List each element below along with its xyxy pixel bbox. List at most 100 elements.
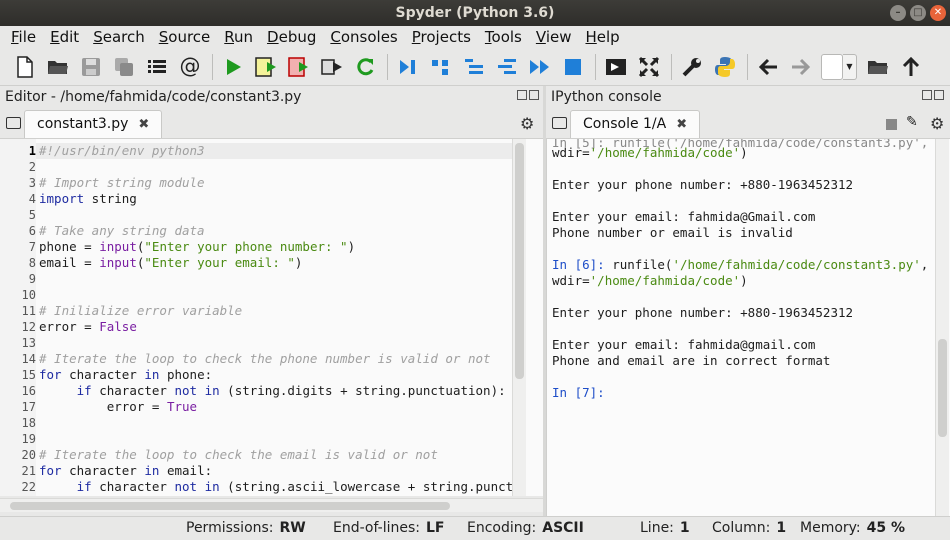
editor-pane-title: Editor - /home/fahmida/code/constant3.py	[5, 89, 302, 105]
encoding-status: Encoding: ASCII	[467, 520, 584, 536]
token: True	[166, 399, 198, 414]
code-text: # Take any string data	[39, 223, 205, 239]
editor-hscroll-thumb[interactable]	[10, 502, 450, 510]
stop-debug-icon[interactable]	[560, 54, 586, 80]
token: if	[76, 479, 92, 494]
maximize-pane-icon[interactable]	[603, 54, 629, 80]
token: if	[76, 383, 92, 398]
console-text: wdir='/home/fahmida/code')	[552, 273, 748, 288]
run-selection-icon[interactable]	[319, 54, 345, 80]
save-all-icon[interactable]	[111, 54, 137, 80]
close-pane-icon[interactable]	[529, 90, 539, 100]
tab-constant3-py[interactable]: constant3.py ✖	[24, 110, 163, 138]
token: wdir=	[552, 273, 590, 288]
maximize-button[interactable]: □	[910, 5, 926, 21]
close-tab-icon[interactable]: ✖	[676, 117, 687, 132]
console-text: Phone and email are in correct format	[552, 353, 830, 368]
token: Enter your email: fahmida@gmail.com	[552, 337, 816, 352]
console-vertical-scrollbar[interactable]	[935, 139, 949, 516]
menu-edit[interactable]: Edit	[43, 26, 86, 48]
step-return-icon[interactable]	[494, 54, 520, 80]
tab-label: constant3.py	[37, 116, 129, 132]
line-number: 3	[28, 176, 36, 190]
line-number: 20	[21, 448, 36, 462]
close-tab-icon[interactable]: ✖	[138, 117, 149, 132]
code-editor[interactable]: 1 #!/usr/bin/env python3 2 3 # Import string…	[0, 138, 543, 496]
stop-kernel-icon[interactable]	[886, 119, 897, 130]
at-symbol-icon[interactable]: @	[177, 54, 203, 80]
rerun-icon[interactable]	[352, 54, 378, 80]
save-icon[interactable]	[78, 54, 104, 80]
forward-arrow-icon[interactable]	[788, 54, 814, 80]
token: not in	[174, 383, 220, 398]
fullscreen-icon[interactable]	[636, 54, 662, 80]
console-line: Phone number or email is invalid	[552, 225, 793, 241]
continue-icon[interactable]	[527, 54, 553, 80]
token: character	[61, 367, 145, 382]
token: "Enter your phone number: "	[144, 239, 348, 254]
code-text: for character in email:	[39, 463, 212, 479]
menu-search[interactable]: Search	[86, 26, 152, 48]
back-arrow-icon[interactable]	[755, 54, 781, 80]
open-folder-icon[interactable]	[45, 54, 71, 80]
menu-file[interactable]: File	[4, 26, 43, 48]
menu-run[interactable]: Run	[217, 26, 260, 48]
token: character	[91, 383, 175, 398]
step-into-icon[interactable]	[461, 54, 487, 80]
close-window-button[interactable]: ✕	[930, 5, 946, 21]
browse-tabs-folder-icon[interactable]	[6, 117, 21, 129]
line-number: 14	[21, 352, 36, 366]
run-icon[interactable]	[220, 54, 246, 80]
browse-consoles-folder-icon[interactable]	[552, 117, 567, 129]
step-icon[interactable]	[428, 54, 454, 80]
file-list-icon[interactable]	[144, 54, 170, 80]
preferences-wrench-icon[interactable]	[679, 54, 705, 80]
chevron-down-icon[interactable]: ▼	[843, 53, 857, 80]
python-path-icon[interactable]	[712, 54, 738, 80]
menu-projects[interactable]: Projects	[405, 26, 478, 48]
console-line: wdir='/home/fahmida/code')	[552, 145, 748, 161]
line-number: 5	[28, 208, 36, 222]
run-cell-icon[interactable]	[253, 54, 279, 80]
tab-console-1a[interactable]: Console 1/A ✖	[570, 110, 701, 138]
gear-icon[interactable]: ⚙	[520, 114, 534, 133]
token: input	[99, 239, 137, 254]
permissions-status: Permissions: RW	[186, 520, 306, 536]
console-pane-title: IPython console	[551, 89, 662, 105]
menu-tools[interactable]: Tools	[478, 26, 529, 48]
toolbar-separator	[387, 53, 388, 80]
menu-help[interactable]: Help	[578, 26, 626, 48]
gear-icon[interactable]: ⚙	[930, 114, 944, 133]
new-file-icon[interactable]	[12, 54, 38, 80]
toolbar-separator	[595, 53, 596, 80]
minimize-button[interactable]: –	[890, 5, 906, 21]
menu-source[interactable]: Source	[152, 26, 218, 48]
line-number: 11	[21, 304, 36, 318]
debug-icon[interactable]	[395, 54, 421, 80]
line-number: 7	[28, 240, 36, 254]
token: phone =	[39, 239, 100, 254]
token: not in	[174, 479, 220, 494]
menu-consoles[interactable]: Consoles	[323, 26, 404, 48]
undock-icon[interactable]	[922, 90, 932, 100]
menu-view[interactable]: View	[529, 26, 579, 48]
console-tab-bar: Console 1/A ✖ ✎ ⚙	[546, 108, 950, 138]
close-pane-icon[interactable]	[934, 90, 944, 100]
code-text: if character not in (string.digits + str…	[39, 383, 506, 399]
editor-vertical-scrollbar[interactable]	[512, 139, 526, 496]
browse-folder-icon[interactable]	[865, 54, 891, 80]
code-text: email = input("Enter your email: ")	[39, 255, 302, 271]
run-cell-advance-icon[interactable]	[286, 54, 312, 80]
parent-directory-up-arrow-icon[interactable]	[898, 54, 924, 80]
console-scroll-thumb[interactable]	[938, 339, 947, 437]
ipython-console[interactable]: In [5]: runfile('/home/fahmida/code/cons…	[546, 138, 950, 516]
editor-scroll-thumb[interactable]	[515, 143, 524, 379]
menu-debug[interactable]: Debug	[260, 26, 323, 48]
menu-bar: File Edit Search Source Run Debug Consol…	[0, 26, 950, 48]
undock-icon[interactable]	[517, 90, 527, 100]
working-directory-combo[interactable]	[821, 53, 843, 80]
editor-horizontal-scrollbar[interactable]	[0, 498, 543, 512]
eraser-icon[interactable]: ✎	[906, 114, 918, 130]
